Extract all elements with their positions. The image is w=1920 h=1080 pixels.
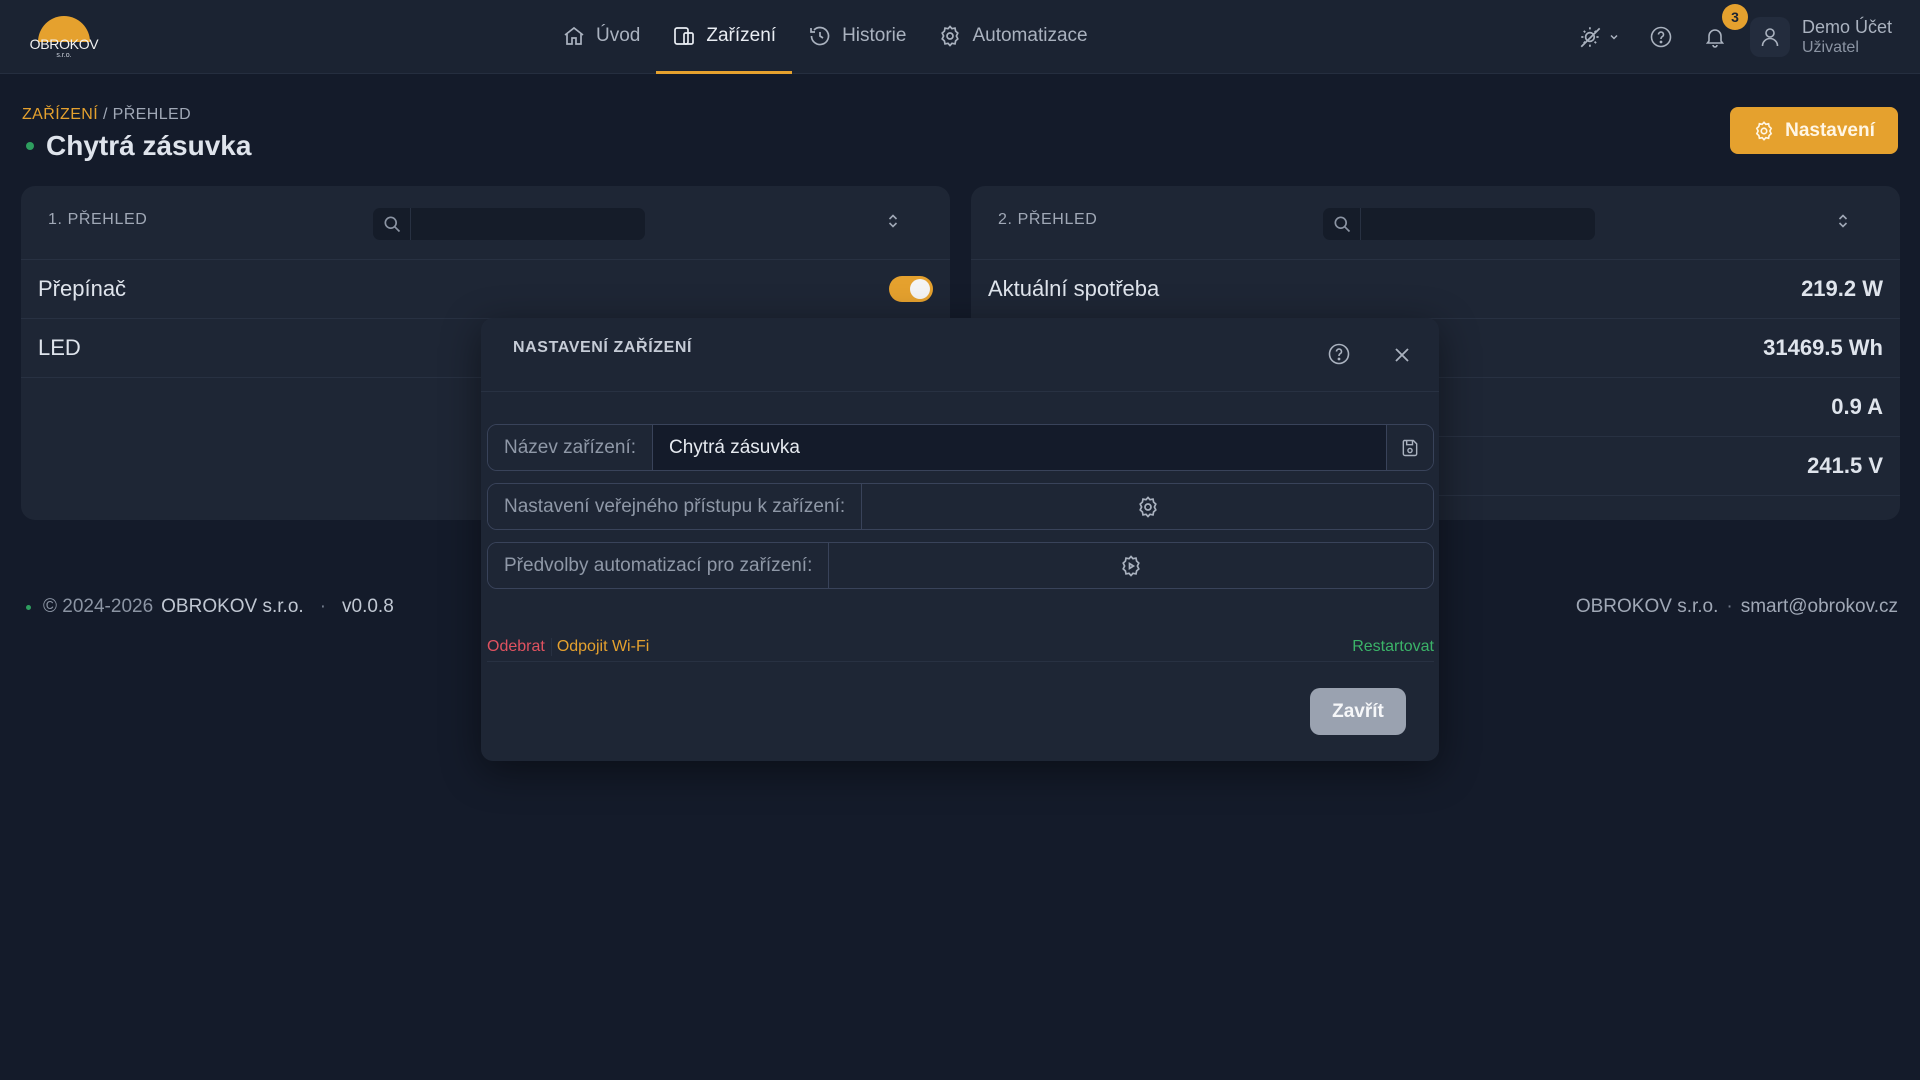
search-input[interactable]	[411, 208, 645, 240]
nav-label: Automatizace	[972, 24, 1088, 46]
public-access-field: Nastavení veřejného přístupu k zařízení:	[487, 483, 1434, 530]
devices-icon	[674, 26, 695, 45]
logo-text: OBROKOV	[29, 36, 99, 52]
sun-moon-icon	[1580, 27, 1601, 48]
device-name-input[interactable]	[653, 425, 1386, 470]
header-actions: 3 Demo Účet Uživatel	[1574, 0, 1892, 74]
main-nav: Úvod Zařízení Historie Automatizace	[546, 0, 1104, 74]
nav-item-uvod[interactable]: Úvod	[546, 0, 656, 74]
chevron-down-icon	[1610, 34, 1618, 40]
breadcrumb-separator: /	[98, 106, 113, 123]
modal-header: NASTAVENÍ ZAŘÍZENÍ	[481, 318, 1439, 392]
home-icon	[564, 26, 584, 45]
footer-separator: ·	[1726, 596, 1733, 617]
gear-icon	[1138, 495, 1157, 518]
footer-right-company: OBROKOV s.r.o.	[1575, 596, 1719, 617]
device-name-field: Název zařízení:	[487, 424, 1434, 471]
row-value: 241.5 V	[1807, 453, 1883, 478]
breadcrumb-current: PŘEHLED	[112, 106, 192, 123]
row-value: 31469.5 Wh	[1763, 335, 1883, 360]
automation-presets-field: Předvolby automatizací pro zařízení:	[487, 542, 1434, 589]
footer-left: © 2024-2026 OBROKOV s.r.o. · v0.0.8	[26, 596, 394, 618]
remove-device-link[interactable]: Odebrat	[487, 638, 552, 656]
card-header: 1. PŘEHLED	[21, 186, 950, 260]
footer-separator: ·	[319, 596, 327, 617]
user-icon	[1761, 28, 1779, 47]
footer-email-link[interactable]: smart@obrokov.cz	[1741, 596, 1898, 618]
modal-title: NASTAVENÍ ZAŘÍZENÍ	[513, 339, 693, 356]
footer-company: OBROKOV s.r.o.	[161, 596, 304, 617]
row-value: 0.9 A	[1831, 394, 1883, 419]
row-label: Aktuální spotřeba	[988, 276, 1160, 301]
nav-item-automatizace[interactable]: Automatizace	[922, 0, 1103, 74]
history-icon	[810, 26, 830, 45]
sort-toggle-icon[interactable]	[886, 213, 900, 234]
page-title: Chytrá zásuvka	[46, 130, 252, 161]
card-header: 2. PŘEHLED	[971, 186, 1900, 260]
public-access-label: Nastavení veřejného přístupu k zařízení:	[488, 484, 863, 529]
save-name-button[interactable]	[1386, 425, 1433, 470]
row-label: LED	[38, 335, 81, 360]
close-button[interactable]: Zavřít	[1310, 688, 1406, 735]
restart-device-link[interactable]: Restartovat	[1352, 638, 1434, 656]
search-icon	[1323, 208, 1361, 240]
device-settings-modal: NASTAVENÍ ZAŘÍZENÍ Název zařízení: Nasta…	[481, 318, 1439, 761]
breadcrumb-link-zarizeni[interactable]: ZAŘÍZENÍ	[22, 106, 98, 123]
device-name-label: Název zařízení:	[488, 425, 653, 470]
bell-icon	[1705, 29, 1725, 48]
nav-item-zarizeni[interactable]: Zařízení	[656, 0, 793, 74]
nav-label: Historie	[842, 24, 907, 46]
help-icon	[1650, 26, 1672, 48]
gear-icon	[941, 24, 960, 47]
card-title: 1. PŘEHLED	[48, 211, 148, 228]
close-icon	[1395, 348, 1409, 362]
toggle-knob	[910, 279, 930, 299]
disconnect-wifi-link[interactable]: Odpojit Wi-Fi	[552, 638, 649, 656]
settings-button-label: Nastavení	[1785, 119, 1875, 141]
settings-button[interactable]: Nastavení	[1730, 107, 1898, 154]
modal-actions: Odebrat Odpojit Wi-Fi Restartovat	[487, 638, 1434, 662]
top-bar: OBROKOV s.r.o. Úvod Zařízení Historie Au…	[0, 0, 1920, 74]
public-access-settings-button[interactable]	[862, 484, 1433, 529]
avatar[interactable]	[1749, 17, 1790, 57]
footer-right: OBROKOV s.r.o. · smart@obrokov.cz	[1576, 596, 1898, 618]
nav-label: Zařízení	[706, 24, 777, 46]
automation-presets-label: Předvolby automatizací pro zařízení:	[488, 543, 830, 588]
nav-label: Úvod	[596, 24, 641, 46]
row-value: 219.2 W	[1801, 276, 1883, 301]
user-role: Uživatel	[1801, 39, 1859, 57]
footer-version: v0.0.8	[342, 596, 394, 617]
nav-item-historie[interactable]: Historie	[792, 0, 922, 74]
breadcrumb: ZAŘÍZENÍ / PŘEHLED	[22, 106, 191, 124]
list-item-power: Aktuální spotřeba 219.2 W	[971, 260, 1900, 319]
modal-close-button[interactable]	[1389, 342, 1415, 368]
switch-toggle[interactable]	[889, 276, 933, 302]
logo-subtext: s.r.o.	[56, 52, 72, 59]
user-info[interactable]: Demo Účet Uživatel	[1802, 17, 1892, 58]
notifications-button[interactable]: 3	[1698, 4, 1748, 54]
title-row: Chytrá zásuvka	[26, 130, 251, 162]
logo[interactable]: OBROKOV s.r.o.	[26, 12, 102, 62]
footer-copyright: © 2024-2026	[43, 596, 154, 617]
row-label: Přepínač	[38, 276, 127, 301]
gear-icon	[1755, 120, 1773, 141]
card-title: 2. PŘEHLED	[998, 211, 1098, 228]
gear-play-icon	[1122, 554, 1141, 577]
search-box	[373, 208, 645, 240]
user-name: Demo Účet	[1801, 16, 1892, 37]
notification-badge: 3	[1721, 4, 1748, 30]
modal-help-button[interactable]	[1325, 340, 1353, 368]
search-input[interactable]	[1361, 208, 1595, 240]
sort-toggle-icon[interactable]	[1836, 213, 1850, 234]
search-box	[1323, 208, 1595, 240]
list-item-switch: Přepínač	[21, 260, 950, 319]
theme-toggle[interactable]	[1574, 17, 1624, 57]
automation-presets-button[interactable]	[829, 543, 1433, 588]
save-icon	[1402, 439, 1418, 456]
help-button[interactable]	[1644, 20, 1678, 54]
status-dot	[26, 604, 31, 610]
online-status-dot	[26, 142, 34, 150]
help-icon	[1328, 343, 1350, 365]
search-icon	[373, 208, 411, 240]
